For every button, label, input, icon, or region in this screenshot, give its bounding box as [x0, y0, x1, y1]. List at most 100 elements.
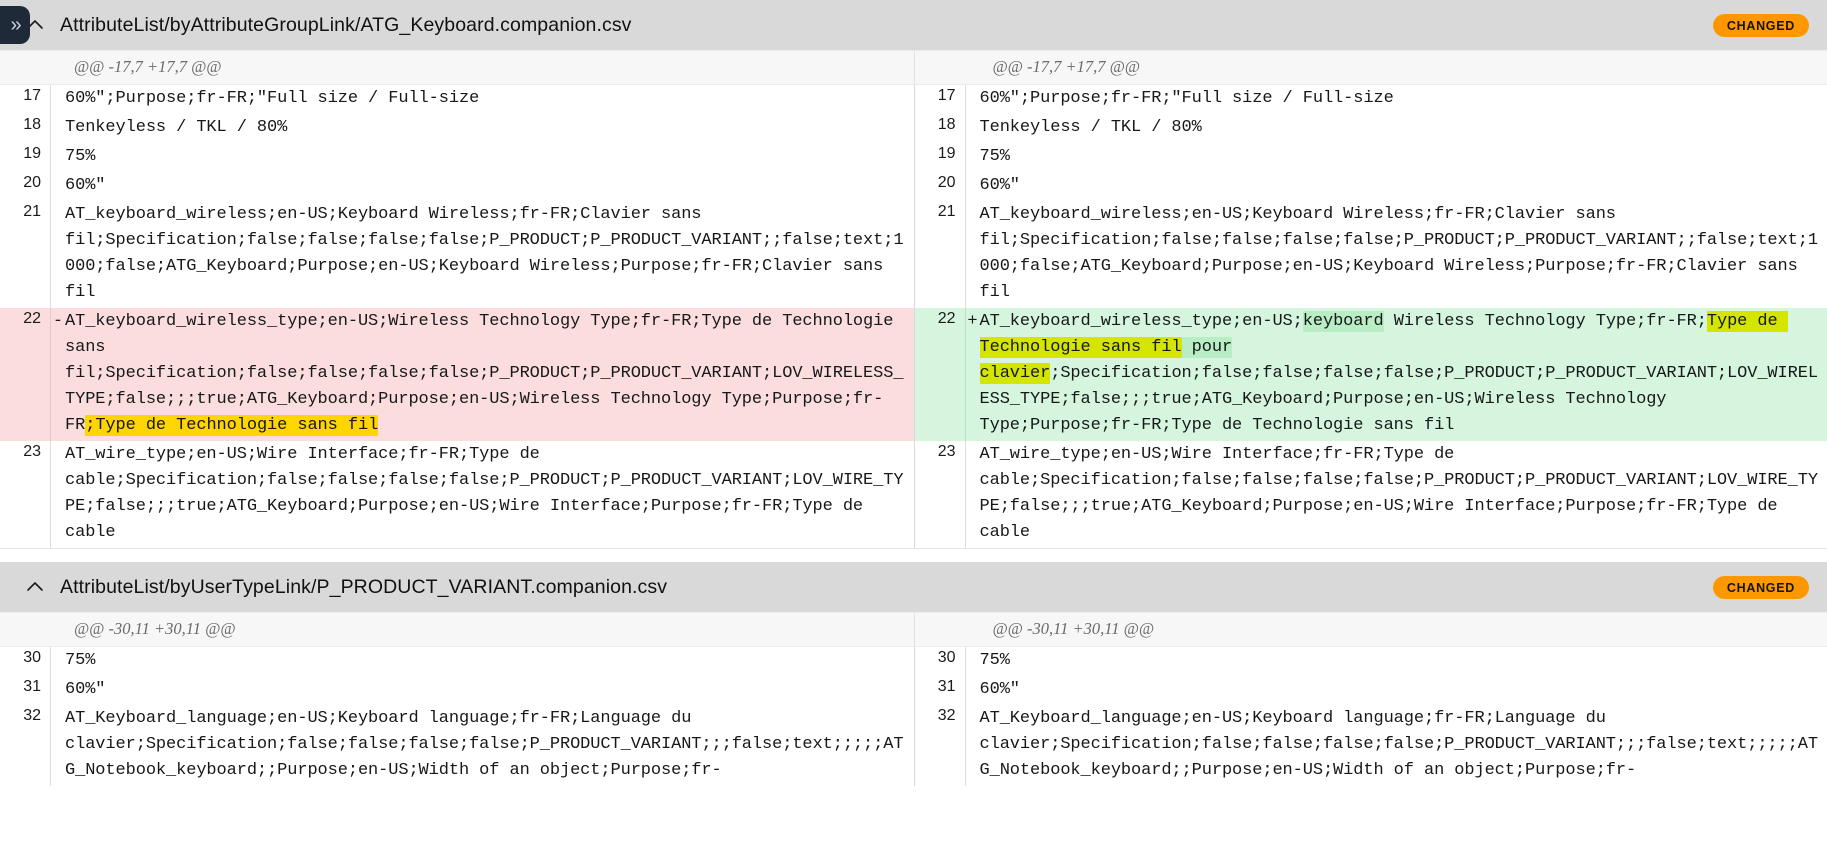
section-divider: [0, 548, 1827, 562]
line-number[interactable]: 23: [915, 441, 965, 461]
diff-word-highlight: pour: [1181, 337, 1233, 358]
line-number[interactable]: 19: [915, 143, 965, 163]
hunk-header: @@ -30,11 +30,11 @@ @@ -30,11 +30,11 @@: [0, 612, 1827, 647]
diff-code-line[interactable]: AT_keyboard_wireless_type;en-US;Wireless…: [65, 308, 914, 441]
diff-marker: [51, 85, 65, 86]
diff-word-highlight: Type de Technologie sans fil: [979, 311, 1788, 358]
line-number[interactable]: 22: [0, 308, 50, 328]
line-number[interactable]: 21: [0, 201, 50, 221]
line-number[interactable]: 30: [915, 647, 965, 667]
gutter-divider: [50, 201, 51, 308]
line-number[interactable]: 18: [915, 114, 965, 134]
diff-code-line[interactable]: AT_keyboard_wireless_type;en-US;keyboard…: [979, 308, 1827, 441]
diff-file-section: AttributeList/byAttributeGroupLink/ATG_K…: [0, 0, 1827, 548]
diff-marker: [51, 676, 65, 677]
line-number[interactable]: 19: [0, 143, 50, 163]
gutter-divider: [964, 705, 966, 786]
line-number[interactable]: 17: [915, 85, 965, 105]
gutter-divider: [964, 201, 966, 308]
diff-pane-original: 30 75% 31 60%" 32 AT_Keyboard_language;en-US;…: [0, 647, 914, 786]
diff-word-highlight: ;Type de Technologie sans fil: [85, 415, 379, 436]
line-number[interactable]: 32: [0, 705, 50, 725]
chevron-up-icon[interactable]: [22, 574, 48, 600]
diff-viewer: AttributeList/byAttributeGroupLink/ATG_K…: [0, 0, 1827, 786]
diff-file-section: AttributeList/byUserTypeLink/P_PRODUCT_V…: [0, 562, 1827, 786]
diff-row: 19 75%: [0, 143, 914, 172]
diff-body: 30 75% 31 60%" 32 AT_Keyboard_language;en-US;…: [0, 647, 1827, 786]
gutter-divider: [50, 647, 51, 676]
diff-code-line[interactable]: AT_Keyboard_language;en-US;Keyboard lang…: [65, 705, 914, 786]
diff-word-highlight: clavier: [979, 363, 1051, 384]
diff-row: 20 60%": [0, 172, 914, 201]
line-number[interactable]: 23: [0, 441, 50, 461]
diff-row: 20 60%": [914, 172, 1827, 201]
diff-code-line[interactable]: 75%: [980, 647, 1827, 676]
line-number[interactable]: 21: [915, 201, 965, 221]
gutter-divider: [50, 705, 51, 786]
diff-row: 17 60%";Purpose;fr-FR;"Full size / Full-s…: [914, 85, 1827, 114]
hunk-range-right: @@ -17,7 +17,7 @@: [913, 51, 1827, 84]
diff-row: 32 AT_Keyboard_language;en-US;Keyboard la…: [914, 705, 1827, 786]
diff-code-line[interactable]: AT_wire_type;en-US;Wire Interface;fr-FR;…: [65, 441, 914, 548]
gutter-divider: [964, 441, 966, 548]
diff-row: 31 60%": [0, 676, 914, 705]
diff-code-line[interactable]: 75%: [65, 143, 914, 172]
diff-code-line[interactable]: AT_wire_type;en-US;Wire Interface;fr-FR;…: [980, 441, 1827, 548]
diff-code-line[interactable]: 60%": [65, 676, 914, 705]
double-chevron-right-icon: »: [10, 13, 21, 36]
diff-pane-original: 17 60%";Purpose;fr-FR;"Full size / Full-s…: [0, 85, 914, 548]
diff-row: 31 60%": [914, 676, 1827, 705]
diff-marker: [51, 114, 65, 115]
gutter-divider: [50, 172, 51, 201]
diff-row: 30 75%: [0, 647, 914, 676]
line-number[interactable]: 20: [0, 172, 50, 192]
diff-code-line[interactable]: 75%: [980, 143, 1827, 172]
gutter-divider: [964, 647, 966, 676]
diff-marker: -: [52, 312, 64, 331]
line-number[interactable]: 32: [915, 705, 965, 725]
diff-code-line[interactable]: 60%": [65, 172, 914, 201]
diff-code-line[interactable]: 75%: [65, 647, 914, 676]
status-badge: CHANGED: [1712, 13, 1809, 37]
gutter-divider: [964, 143, 966, 172]
line-number[interactable]: 31: [915, 676, 965, 696]
diff-code-line[interactable]: 60%": [980, 172, 1827, 201]
diff-row: 19 75%: [914, 143, 1827, 172]
diff-marker: [966, 85, 980, 86]
line-number[interactable]: 17: [0, 85, 50, 105]
line-number[interactable]: 18: [0, 114, 50, 134]
diff-code-line[interactable]: 60%";Purpose;fr-FR;"Full size / Full-siz…: [65, 85, 914, 114]
diff-marker: [966, 441, 980, 442]
diff-marker: [966, 647, 980, 648]
gutter-divider: [964, 676, 966, 705]
diff-code-line[interactable]: AT_keyboard_wireless;en-US;Keyboard Wire…: [65, 201, 914, 308]
hunk-range-right: @@ -30,11 +30,11 @@: [913, 613, 1827, 646]
gutter-divider: [50, 114, 51, 143]
file-header[interactable]: AttributeList/byAttributeGroupLink/ATG_K…: [0, 0, 1827, 50]
gutter-divider: [50, 441, 51, 548]
line-number[interactable]: 22: [915, 308, 965, 328]
diff-row: 21 AT_keyboard_wireless;en-US;Keyboard Wi…: [0, 201, 914, 308]
hunk-range-left: @@ -17,7 +17,7 @@: [74, 57, 222, 76]
diff-row: 17 60%";Purpose;fr-FR;"Full size / Full-s…: [0, 85, 914, 114]
diff-body: 17 60%";Purpose;fr-FR;"Full size / Full-s…: [0, 85, 1827, 548]
diff-code-line[interactable]: 60%";Purpose;fr-FR;"Full size / Full-siz…: [980, 85, 1827, 114]
line-number[interactable]: 20: [915, 172, 965, 192]
diff-code-line[interactable]: AT_Keyboard_language;en-US;Keyboard lang…: [980, 705, 1827, 786]
diff-code-line[interactable]: Tenkeyless / TKL / 80%: [65, 114, 914, 143]
diff-marker: +: [967, 312, 978, 331]
file-header[interactable]: AttributeList/byUserTypeLink/P_PRODUCT_V…: [0, 562, 1827, 612]
diff-row: 18 Tenkeyless / TKL / 80%: [914, 114, 1827, 143]
gutter-divider: [964, 114, 966, 143]
line-number[interactable]: 30: [0, 647, 50, 667]
diff-pane-modified: 17 60%";Purpose;fr-FR;"Full size / Full-s…: [913, 85, 1827, 548]
diff-code-line[interactable]: Tenkeyless / TKL / 80%: [980, 114, 1827, 143]
diff-row: 23 AT_wire_type;en-US;Wire Interface;fr-F…: [914, 441, 1827, 548]
sidebar-expand-toggle[interactable]: »: [0, 6, 30, 44]
gutter-divider: [964, 85, 966, 114]
diff-marker: [51, 143, 65, 144]
diff-code-line[interactable]: AT_keyboard_wireless;en-US;Keyboard Wire…: [980, 201, 1827, 308]
gutter-divider: [50, 85, 51, 114]
line-number[interactable]: 31: [0, 676, 50, 696]
diff-code-line[interactable]: 60%": [980, 676, 1827, 705]
